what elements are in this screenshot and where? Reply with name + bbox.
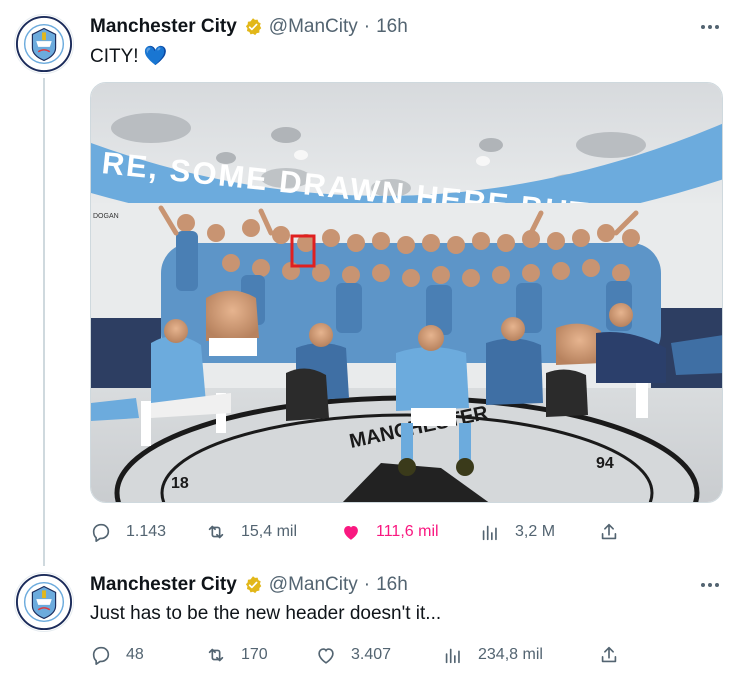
like-icon — [344, 526, 358, 540]
tweet-text: CITY! 💙 — [90, 46, 168, 67]
share-icon — [601, 646, 617, 663]
reply-icon — [92, 523, 110, 542]
like-count: 111,6 mil — [376, 523, 439, 540]
man-city-crest-icon — [15, 15, 73, 73]
tweet-photo[interactable]: RE, SOME DRAWN HERE BUT WE AL DOGAN MANC… — [90, 82, 723, 503]
repost-count: 15,4 mil — [241, 523, 298, 540]
author-name[interactable]: Manchester City — [90, 574, 237, 596]
crest-year-left: 18 — [171, 475, 189, 492]
reply-button[interactable]: 48 — [90, 640, 144, 670]
avatar[interactable] — [14, 14, 74, 74]
repost-icon — [208, 525, 224, 539]
verified-badge-icon[interactable] — [243, 575, 263, 595]
views-button[interactable]: 234,8 mil — [442, 640, 543, 670]
tweet-2[interactable]: Manchester City @ManCity · 16h Just has … — [0, 560, 745, 679]
more-icon[interactable] — [697, 575, 723, 595]
like-button[interactable]: 111,6 mil — [340, 517, 439, 547]
views-icon — [482, 525, 497, 541]
views-count: 3,2 M — [515, 523, 556, 540]
man-city-crest-icon — [15, 573, 73, 631]
reply-button[interactable]: 1.143 — [90, 517, 166, 547]
reply-icon — [92, 646, 110, 665]
timestamp[interactable]: 16h — [376, 574, 408, 596]
author-name[interactable]: Manchester City — [90, 16, 237, 38]
share-button[interactable] — [598, 640, 620, 670]
avatar[interactable] — [14, 572, 74, 632]
repost-button[interactable]: 15,4 mil — [205, 517, 297, 547]
locker-label: DOGAN — [93, 213, 119, 220]
more-icon[interactable] — [697, 17, 723, 37]
tweet-actions: 48 170 3.407 234,8 mil — [90, 640, 650, 670]
like-count: 3.407 — [351, 646, 392, 663]
tweet-actions: 1.143 15,4 mil 111,6 mil 3,2 M — [90, 517, 650, 547]
repost-count: 170 — [241, 646, 268, 663]
tweet-header: Manchester City @ManCity · 16h — [90, 15, 408, 39]
views-icon — [445, 648, 460, 664]
verified-badge-icon[interactable] — [243, 17, 263, 37]
author-handle[interactable]: @ManCity — [269, 574, 358, 596]
repost-icon — [208, 648, 224, 662]
like-button[interactable]: 3.407 — [315, 640, 391, 670]
views-count: 234,8 mil — [478, 646, 543, 663]
crest-year-right: 94 — [596, 455, 614, 472]
repost-button[interactable]: 170 — [205, 640, 268, 670]
tweet-text: Just has to be the new header doesn't it… — [90, 603, 442, 624]
timestamp[interactable]: 16h — [376, 16, 408, 38]
tweet-1[interactable]: Manchester City @ManCity · 16h CITY! 💙 R… — [0, 0, 745, 560]
separator-dot: · — [363, 16, 371, 37]
separator-dot: · — [363, 574, 371, 595]
share-button[interactable] — [598, 517, 620, 547]
views-button[interactable]: 3,2 M — [479, 517, 555, 547]
share-icon — [601, 523, 617, 540]
reply-count: 1.143 — [126, 523, 167, 540]
team-celebration-photo: RE, SOME DRAWN HERE BUT WE AL DOGAN MANC… — [91, 83, 722, 502]
reply-count: 48 — [126, 646, 144, 663]
tweet-header: Manchester City @ManCity · 16h — [90, 573, 408, 597]
author-handle[interactable]: @ManCity — [269, 16, 358, 38]
like-icon — [318, 648, 334, 664]
